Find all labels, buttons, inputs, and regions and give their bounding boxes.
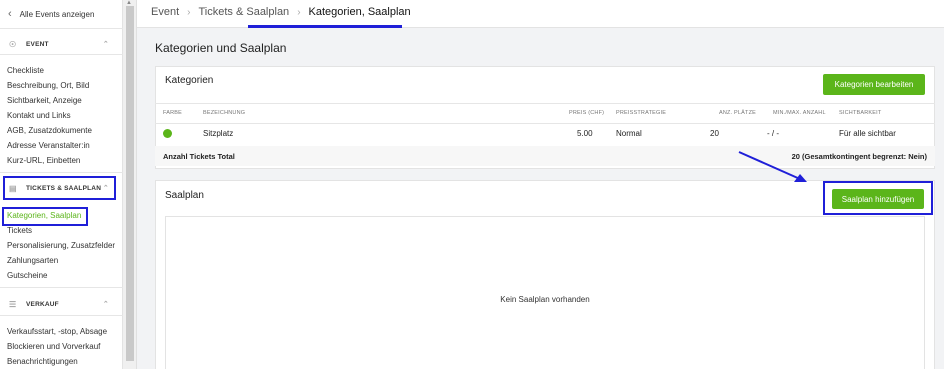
section-event-header[interactable]: ☉ EVENT ⌃	[0, 36, 123, 52]
col-header-preis: PREIS (CHF)	[569, 110, 605, 116]
back-to-events-link[interactable]: ‹ Alle Events anzeigen	[8, 7, 94, 21]
add-seatplan-button[interactable]: Saalplan hinzufügen	[832, 189, 924, 209]
sidebar-item-agb[interactable]: AGB, Zusatzdokumente	[7, 124, 92, 138]
circle-info-icon: ☉	[9, 39, 17, 49]
sidebar-item-benachrichtigungen[interactable]: Benachrichtigungen	[7, 355, 78, 369]
divider	[0, 315, 123, 316]
sidebar-item-zahlungsarten[interactable]: Zahlungsarten	[7, 254, 58, 268]
sidebar-item-beschreibung[interactable]: Beschreibung, Ort, Bild	[7, 79, 89, 93]
col-header-preisstrategie: PREISSTRATEGIE	[616, 110, 667, 116]
breadcrumb-underline	[248, 25, 402, 28]
back-link-label: Alle Events anzeigen	[19, 9, 95, 19]
sidebar-item-checkliste[interactable]: Checkliste	[7, 64, 44, 78]
scrollbar-thumb[interactable]	[126, 6, 134, 361]
seatplan-area: Kein Saalplan vorhanden	[165, 216, 925, 369]
col-header-minmax: MIN./MAX. ANZAHL	[773, 110, 826, 116]
section-tickets-header[interactable]: ▤ TICKETS & SAALPLAN ⌃	[0, 180, 123, 196]
chevron-right-icon: ›	[187, 6, 191, 18]
breadcrumb-tickets[interactable]: Tickets & Saalplan	[198, 6, 289, 18]
col-header-farbe: FARBE	[163, 110, 183, 116]
sidebar-item-gutscheine[interactable]: Gutscheine	[7, 269, 47, 283]
chevron-up-icon: ⌃	[102, 41, 109, 48]
category-color-swatch	[163, 129, 172, 138]
divider	[0, 287, 123, 288]
kategorien-title: Kategorien	[165, 75, 214, 86]
sidebar-item-kategorien-saalplan[interactable]: Kategorien, Saalplan	[7, 209, 81, 223]
breadcrumb-event[interactable]: Event	[151, 6, 179, 18]
breadcrumb: Event › Tickets & Saalplan › Kategorien,…	[151, 6, 411, 18]
col-header-sichtbarkeit: SICHTBARKEIT	[839, 110, 882, 116]
section-verkauf-header[interactable]: ☰ VERKAUF ⌃	[0, 296, 123, 312]
col-header-bezeichnung: BEZEICHNUNG	[203, 110, 246, 116]
sidebar-item-blockieren[interactable]: Blockieren und Vorverkauf	[7, 340, 100, 354]
chevron-up-icon: ⌃	[102, 185, 109, 192]
sidebar-item-verkaufsstart[interactable]: Verkaufsstart, -stop, Absage	[7, 325, 107, 339]
page-title: Kategorien und Saalplan	[155, 41, 287, 55]
category-price: 5.00	[577, 129, 593, 138]
edit-categories-button[interactable]: Kategorien bearbeiten	[823, 74, 925, 95]
sidebar-item-sichtbarkeit[interactable]: Sichtbarkeit, Anzeige	[7, 94, 82, 108]
sidebar-item-kontakt[interactable]: Kontakt und Links	[7, 109, 71, 123]
divider	[0, 172, 123, 173]
sidebar-item-tickets[interactable]: Tickets	[7, 224, 32, 238]
sidebar-scrollbar[interactable]: ▲	[123, 0, 137, 369]
category-seats: 20	[710, 129, 719, 138]
sidebar-item-kurz-url[interactable]: Kurz-URL, Einbetten	[7, 154, 80, 168]
sidebar: ‹ Alle Events anzeigen ☉ EVENT ⌃ Checkli…	[0, 0, 123, 369]
ticket-icon: ▤	[9, 183, 17, 193]
divider	[155, 123, 935, 124]
category-visibility: Für alle sichtbar	[839, 129, 896, 138]
category-minmax: - / -	[767, 129, 779, 138]
divider	[0, 54, 123, 55]
divider	[155, 103, 935, 104]
breadcrumb-current: Kategorien, Saalplan	[308, 6, 411, 18]
section-event-label: EVENT	[26, 40, 49, 48]
chevron-right-icon: ›	[297, 6, 301, 18]
category-name: Sitzplatz	[203, 129, 234, 138]
sidebar-item-adresse[interactable]: Adresse Veranstalter:in	[7, 139, 90, 153]
section-verkauf-label: VERKAUF	[26, 300, 59, 308]
breadcrumb-bar: Event › Tickets & Saalplan › Kategorien,…	[137, 0, 944, 28]
empty-seatplan-message: Kein Saalplan vorhanden	[500, 295, 590, 304]
col-header-plaetze: ANZ. PLÄTZE	[719, 110, 757, 116]
sidebar-item-personalisierung[interactable]: Personalisierung, Zusatzfelder	[7, 239, 115, 253]
category-strategy: Normal	[616, 129, 642, 138]
divider	[0, 28, 123, 29]
chevron-left-icon: ‹	[8, 8, 12, 20]
section-tickets-label: TICKETS & SAALPLAN	[26, 184, 102, 192]
database-icon: ☰	[9, 299, 17, 309]
saalplan-title: Saalplan	[165, 190, 204, 201]
total-label: Anzahl Tickets Total	[163, 152, 235, 161]
total-value: 20 (Gesamtkontingent begrenzt: Nein)	[791, 152, 927, 161]
chevron-up-icon: ⌃	[102, 301, 109, 308]
